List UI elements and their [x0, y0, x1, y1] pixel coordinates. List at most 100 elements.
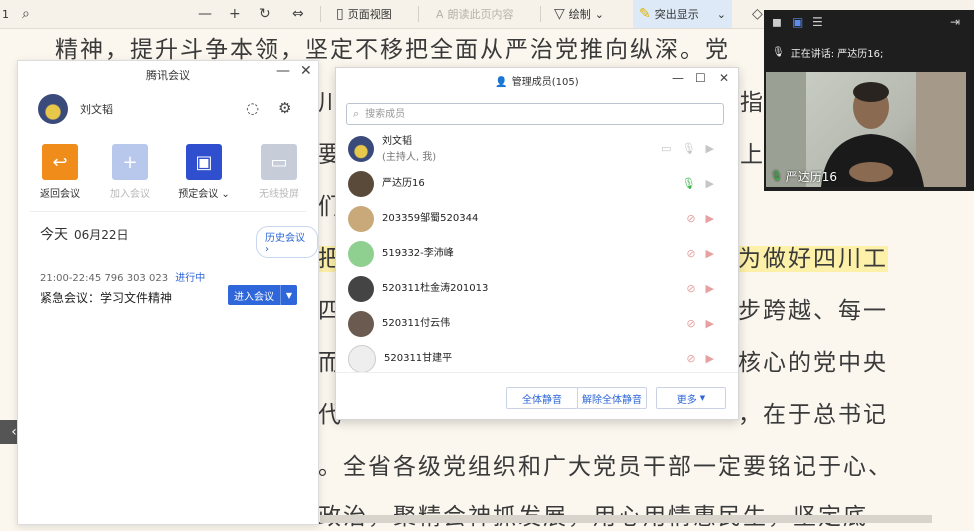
doc-fragment: ，在于总书记 [738, 402, 888, 428]
member-row[interactable]: 520311付云伟 ⊘ ▶ [348, 309, 728, 339]
member-name: 520311甘建平 [384, 353, 453, 364]
divider [336, 372, 738, 373]
zoom-in-button[interactable]: + [229, 0, 241, 28]
toolbar-divider [418, 6, 419, 22]
draw-icon: ▽ [554, 6, 565, 22]
video-camera-icon[interactable]: ▶ [706, 142, 714, 155]
avatar [348, 311, 374, 337]
member-row[interactable]: 203359邹蜀520344 ⊘ ▶ [348, 204, 728, 234]
join-meeting-button[interactable]: + 加入会议 [100, 144, 160, 200]
member-name: 520311杜金涛201013 [382, 283, 489, 294]
member-controls: ▭ 🎙 ▶ [661, 142, 714, 155]
avatar [348, 241, 374, 267]
doc-fragment: 指 [740, 90, 765, 116]
microphone-muted-icon[interactable]: ⊘ [686, 282, 695, 295]
speaker-name: 严达历16 [785, 170, 837, 184]
member-search-input[interactable] [363, 107, 698, 121]
search-button[interactable]: ⌕ [22, 0, 30, 28]
video-off-icon[interactable]: ▶ [706, 352, 714, 365]
unmute-all-button[interactable]: 解除全体静音 [577, 387, 647, 409]
member-controls: ⊘ ▶ [686, 282, 714, 295]
screen-cast-button[interactable]: ▭ 无线投屏 [249, 144, 309, 200]
microphone-icon[interactable]: 🎙 [682, 142, 696, 155]
return-meeting-button[interactable]: ↩ 返回会议 [30, 144, 90, 200]
video-off-icon[interactable]: ▶ [706, 317, 714, 330]
expand-icon[interactable]: ⇥ [950, 15, 960, 29]
member-role: (主持人, 我) [382, 151, 437, 163]
close-button[interactable]: ✕ [300, 63, 312, 79]
settings-button[interactable]: ⚙ [278, 99, 291, 117]
screen-share-icon[interactable]: ▭ [661, 142, 671, 155]
maximize-button[interactable]: ☐ [695, 71, 706, 85]
zoom-out-icon: — [198, 6, 212, 22]
schedule-meeting-button[interactable]: ▣ 预定会议 ⌄ [174, 144, 234, 200]
toolbar-divider [320, 6, 321, 22]
highlight-button[interactable]: ✎ 突出显示 ⌄ [633, 0, 732, 28]
chevron-down-icon[interactable]: ▼ [280, 285, 297, 305]
horizontal-scrollbar[interactable] [320, 515, 932, 523]
minimize-button[interactable]: — [276, 63, 290, 79]
more-button[interactable]: 更多 ▼ [656, 387, 726, 409]
video-off-icon[interactable]: ▶ [706, 212, 714, 225]
video-window: ◼ ▣ ☰ ⇥ 🎙 正在讲话: 严达历16; 🎙 严达历16 [764, 10, 974, 191]
chevron-down-icon: ▼ [699, 394, 706, 402]
rotate-icon: ↻ [259, 6, 271, 22]
minimize-button[interactable]: — [672, 71, 684, 85]
user-profile[interactable]: 刘文韬 [38, 94, 113, 124]
enter-meeting-label: 进入会议 [234, 291, 274, 303]
enter-meeting-button[interactable]: 进入会议 ▼ [228, 285, 297, 305]
more-label: 更多 [676, 394, 697, 406]
member-controls: 🎙 ▶ [682, 177, 714, 190]
doc-line-1: 精神，提升斗争本领，坚定不移把全面从严治党推向纵深。党 [55, 37, 730, 63]
meeting-id: 796 303 023 [104, 273, 169, 284]
member-row[interactable]: 严达历16 🎙 ▶ [348, 169, 728, 199]
meeting-panel: 腾讯会议 — ✕ 刘文韬 ◌ ⚙ ↩ 返回会议 + 加入会议 ▣ 预定会议 ⌄ … [17, 60, 319, 525]
video-toolbar: ◼ ▣ ☰ ⇥ [764, 10, 974, 34]
gallery-view-icon[interactable]: ▣ [792, 15, 803, 29]
chat-button[interactable]: ◌ [246, 99, 259, 117]
draw-button[interactable]: ▽ 绘制 ⌄ [554, 0, 604, 28]
today-heading: 今天 06月22日 [40, 224, 129, 244]
pin-icon[interactable]: ◼ [772, 15, 782, 29]
mute-all-label: 全体静音 [522, 394, 562, 406]
member-row[interactable]: 520311甘建平 ⊘ ▶ [348, 344, 728, 374]
member-name: 刘文韬 [382, 135, 412, 147]
zoom-out-button[interactable]: — [198, 0, 212, 28]
eraser-button[interactable]: ◇ [752, 0, 763, 28]
microphone-icon: 🎙 [772, 47, 785, 58]
video-camera-icon[interactable]: ▶ [706, 177, 714, 190]
toolbar-divider [540, 6, 541, 22]
rotate-button[interactable]: ↻ [259, 0, 271, 28]
member-row[interactable]: 520311杜金涛201013 ⊘ ▶ [348, 274, 728, 304]
read-aloud-button[interactable]: A 朗读此页内容 [436, 0, 514, 28]
member-row[interactable]: 刘文韬 (主持人, 我) ▭ 🎙 ▶ [348, 134, 728, 164]
microphone-muted-icon[interactable]: ⊘ [686, 247, 695, 260]
close-button[interactable]: ✕ [719, 71, 729, 85]
microphone-muted-icon[interactable]: ⊘ [686, 212, 695, 225]
video-off-icon[interactable]: ▶ [706, 282, 714, 295]
members-panel: 👤管理成员(105) — ☐ ✕ ⌕ 刘文韬 (主持人, 我) ▭ 🎙 ▶ 严达… [335, 67, 739, 420]
avatar [348, 136, 374, 162]
list-view-icon[interactable]: ☰ [812, 15, 823, 29]
microphone-on-icon[interactable]: 🎙 [682, 177, 696, 190]
speaking-text: 正在讲话: 严达历16; [790, 49, 884, 60]
speaker-video-feed[interactable]: 🎙 严达历16 [766, 72, 966, 187]
speaking-indicator: 🎙 正在讲话: 严达历16; [772, 45, 883, 60]
page-view-button[interactable]: ▯ 页面视图 [336, 0, 392, 28]
page-view-label: 页面视图 [347, 8, 392, 21]
highlighter-icon: ✎ [639, 6, 651, 22]
plus-icon: + [112, 144, 148, 180]
members-title-text: 管理成员(105) [511, 77, 579, 88]
video-off-icon[interactable]: ▶ [706, 247, 714, 260]
microphone-muted-icon[interactable]: ⊘ [686, 317, 695, 330]
member-name: 519332-李沛峰 [382, 248, 454, 259]
avatar [348, 206, 374, 232]
mute-all-button[interactable]: 全体静音 [506, 387, 578, 409]
member-row[interactable]: 519332-李沛峰 ⊘ ▶ [348, 239, 728, 269]
fit-width-button[interactable]: ⇔ [292, 0, 304, 28]
microphone-muted-icon[interactable]: ⊘ [686, 352, 695, 365]
user-name: 刘文韬 [80, 103, 113, 116]
history-meetings-button[interactable]: 历史会议 › [256, 226, 318, 258]
member-search[interactable]: ⌕ [346, 103, 724, 125]
doc-line-10: 政治，聚精会神抓发展，用心用情惠民生，坚定底 [318, 497, 868, 531]
